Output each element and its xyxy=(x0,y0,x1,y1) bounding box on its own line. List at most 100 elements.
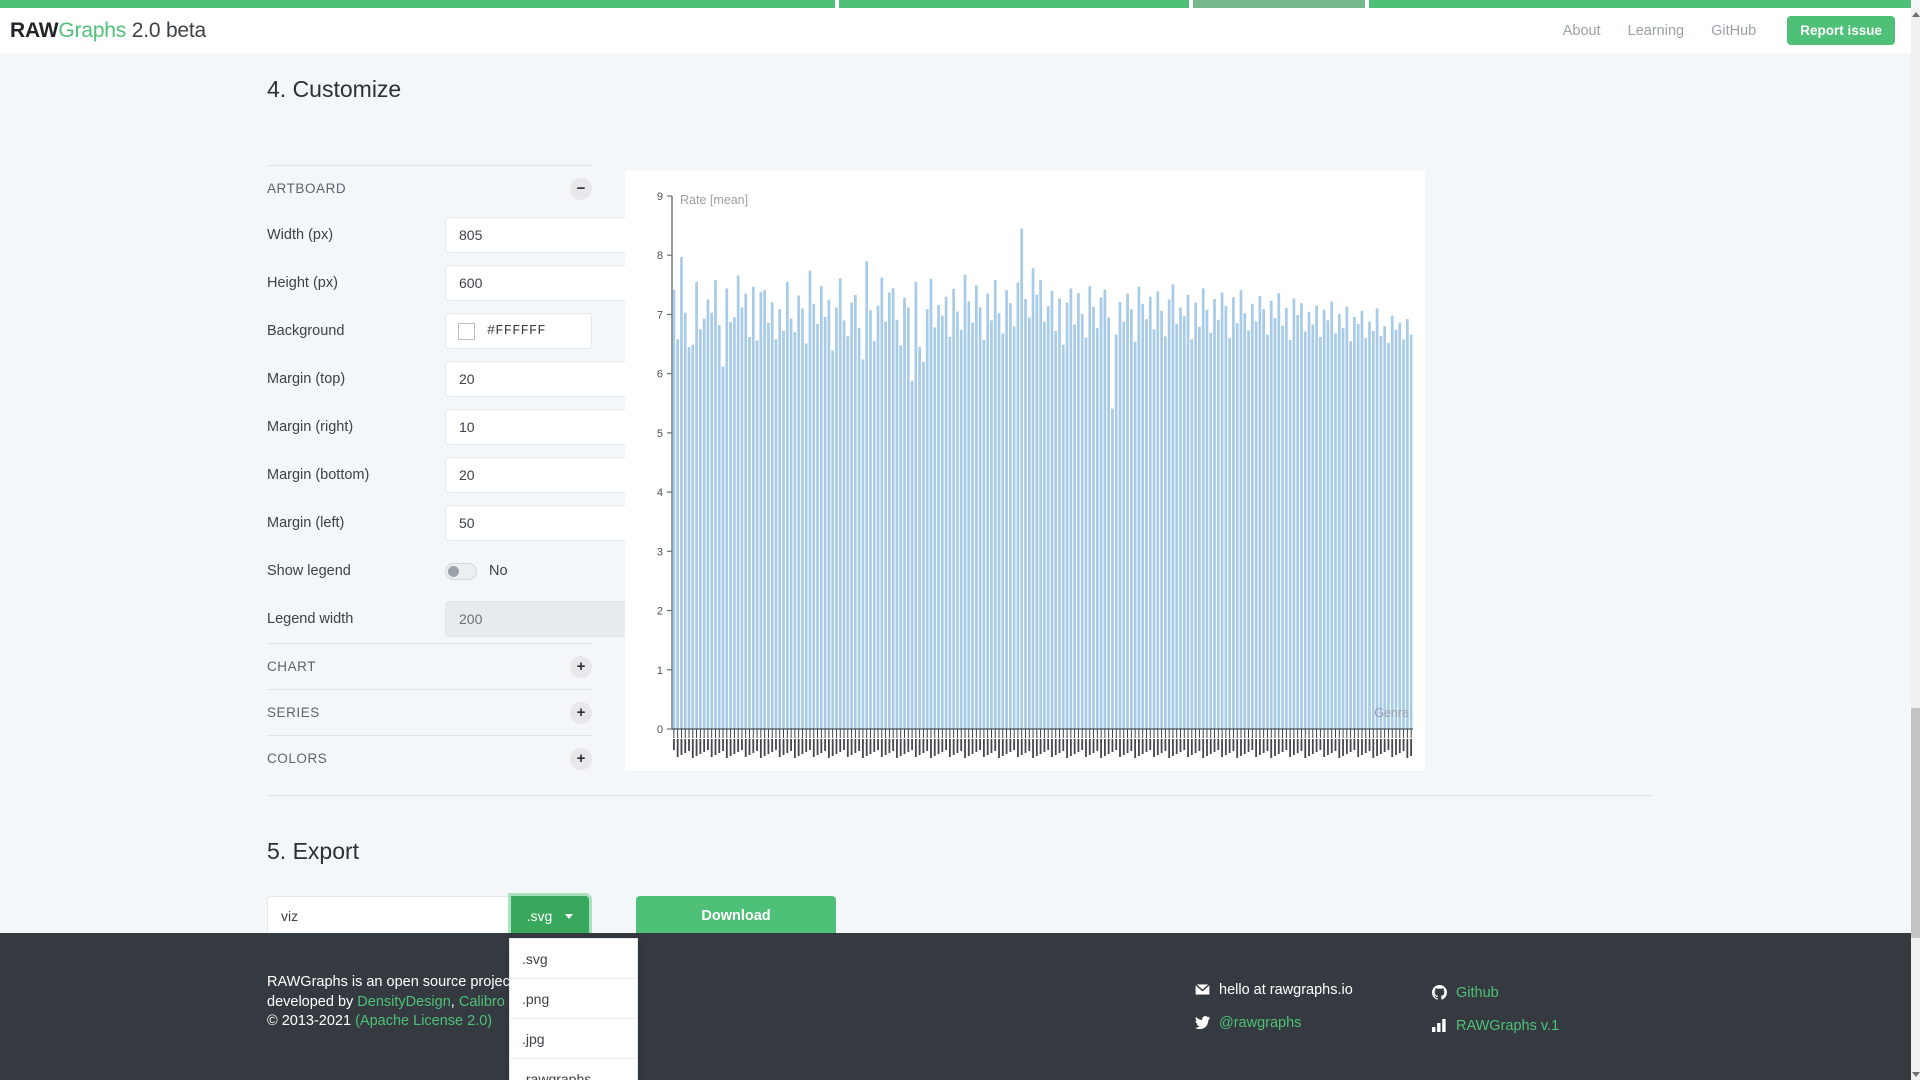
footer-line-2: developed by DensityDesign, Calibro and … xyxy=(267,993,707,1013)
page-footer: RAWGraphs is an open source project desi… xyxy=(0,933,1911,1080)
footer-twitter-label: @rawgraphs xyxy=(1219,1014,1302,1031)
field-show-legend: Show legend No xyxy=(267,547,592,595)
svg-text:1: 1 xyxy=(657,665,663,677)
margin-right-input[interactable] xyxy=(445,409,654,445)
export-section-title: 5. Export xyxy=(267,838,360,864)
footer-twitter-link[interactable]: @rawgraphs xyxy=(1195,1006,1353,1039)
margin-right-label: Margin (right) xyxy=(267,419,354,435)
margin-top-label: Margin (top) xyxy=(267,371,346,387)
margin-left-input[interactable] xyxy=(445,505,654,541)
footer-version-label: RAWGraphs v.1 xyxy=(1456,1017,1560,1034)
background-color-value: #FFFFFF xyxy=(487,323,546,339)
toggle-knob xyxy=(448,565,459,577)
scrollbar-thumb[interactable] xyxy=(1911,708,1920,938)
format-selected-label: .svg xyxy=(526,908,553,924)
width-label: Width (px) xyxy=(267,227,334,243)
footer-contact-column: hello at rawgraphs.io @rawgraphs xyxy=(1195,973,1353,1039)
format-dropdown-menu: .svg .png .jpg .rawgraphs xyxy=(509,938,638,1080)
expand-colors-icon[interactable]: + xyxy=(570,747,592,770)
legend-width-label: Legend width xyxy=(267,611,354,627)
accordion-artboard[interactable]: ARTBOARD − xyxy=(267,165,592,211)
nav-about[interactable]: About xyxy=(1563,23,1601,39)
format-option-png[interactable]: .png xyxy=(510,979,637,1019)
svg-text:5: 5 xyxy=(657,428,663,440)
step-progress-bar xyxy=(0,0,1911,8)
svg-text:7: 7 xyxy=(657,309,663,321)
background-color-picker[interactable]: #FFFFFF xyxy=(445,313,592,349)
page-scrollbar[interactable] xyxy=(1911,8,1920,1080)
footer-email-link[interactable]: hello at rawgraphs.io xyxy=(1195,973,1353,1006)
logo-graphs: Graphs xyxy=(58,18,127,42)
scroll-down-arrow-icon[interactable] xyxy=(1911,1068,1920,1080)
nav-learning[interactable]: Learning xyxy=(1628,23,1684,39)
accordion-series[interactable]: SERIES + xyxy=(267,689,592,735)
field-height: Height (px) xyxy=(267,259,654,307)
show-legend-toggle[interactable] xyxy=(445,562,477,580)
expand-chart-icon[interactable]: + xyxy=(570,655,592,678)
footer-description: RAWGraphs is an open source project desi… xyxy=(267,973,707,1032)
logo-raw: RAW xyxy=(10,18,59,42)
svg-text:Genre: Genre xyxy=(1374,706,1409,720)
app-logo[interactable]: RAWGraphs 2.0 beta xyxy=(10,19,206,43)
main-nav: About Learning GitHub Report issue xyxy=(1563,16,1895,45)
main-content: 4. Customize ARTBOARD − Width (px) Heigh… xyxy=(0,53,1911,1080)
accordion-colors[interactable]: COLORS + xyxy=(267,735,592,781)
progress-segment-3 xyxy=(1193,0,1365,8)
field-width: Width (px) xyxy=(267,211,654,259)
bar-chart-icon xyxy=(1432,1019,1448,1032)
accordion-chart[interactable]: CHART + xyxy=(267,643,592,689)
svg-text:6: 6 xyxy=(657,369,663,381)
chart-preview[interactable]: 0 1 2 3 4 5 6 7 8 9 Rate [mean] Genre xyxy=(625,171,1425,771)
link-densitydesign[interactable]: DensityDesign xyxy=(357,994,451,1010)
format-option-svg[interactable]: .svg xyxy=(510,939,637,979)
accordion-colors-label: COLORS xyxy=(267,751,328,766)
footer-version-link[interactable]: RAWGraphs v.1 xyxy=(1432,1009,1559,1042)
envelope-icon xyxy=(1195,984,1211,995)
progress-segment-1 xyxy=(0,0,835,8)
customize-controls-panel: ARTBOARD − Width (px) Height (px) Backgr… xyxy=(267,165,654,781)
accordion-chart-label: CHART xyxy=(267,659,317,674)
format-dropdown-button[interactable]: .svg xyxy=(511,896,589,936)
report-issue-button[interactable]: Report issue xyxy=(1787,16,1895,45)
field-margin-top: Margin (top) xyxy=(267,355,654,403)
color-swatch-icon xyxy=(458,322,475,340)
width-input[interactable] xyxy=(445,217,654,253)
svg-text:8: 8 xyxy=(657,250,663,262)
progress-segment-4 xyxy=(1369,0,1911,8)
format-option-rawgraphs[interactable]: .rawgraphs xyxy=(510,1059,637,1080)
github-icon xyxy=(1432,985,1448,1000)
scroll-up-arrow-icon[interactable] xyxy=(1911,8,1920,20)
collapse-artboard-icon[interactable]: − xyxy=(570,177,592,200)
show-legend-value: No xyxy=(489,563,508,579)
expand-series-icon[interactable]: + xyxy=(570,701,592,724)
footer-line-3: © 2013-2021 (Apache License 2.0) xyxy=(267,1012,707,1032)
margin-left-label: Margin (left) xyxy=(267,515,345,531)
footer-github-label: Github xyxy=(1456,984,1499,1001)
nav-github[interactable]: GitHub xyxy=(1711,23,1756,39)
download-button[interactable]: Download xyxy=(636,896,836,936)
height-input[interactable] xyxy=(445,265,654,301)
logo-version: 2.0 beta xyxy=(131,18,207,42)
background-label: Background xyxy=(267,323,345,339)
footer-email-label: hello at rawgraphs.io xyxy=(1219,981,1353,998)
filename-input[interactable] xyxy=(267,896,511,936)
height-label: Height (px) xyxy=(267,275,338,291)
format-option-jpg[interactable]: .jpg xyxy=(510,1019,637,1059)
footer-github-link[interactable]: Github xyxy=(1432,976,1559,1009)
svg-text:9: 9 xyxy=(657,191,663,203)
footer-sep-1: , xyxy=(450,993,459,1010)
show-legend-control: No xyxy=(445,562,592,580)
export-controls: .svg Download xyxy=(267,896,836,936)
link-license[interactable]: (Apache License 2.0) xyxy=(355,1013,492,1029)
footer-links-column: Github RAWGraphs v.1 xyxy=(1432,976,1559,1042)
chevron-down-icon xyxy=(565,913,574,919)
footer-copyright: © 2013-2021 xyxy=(267,1013,356,1029)
field-legend-width: Legend width xyxy=(267,595,654,643)
link-calibro[interactable]: Calibro xyxy=(459,994,505,1010)
margin-bottom-label: Margin (bottom) xyxy=(267,467,370,483)
margin-top-input[interactable] xyxy=(445,361,654,397)
accordion-artboard-label: ARTBOARD xyxy=(267,181,347,196)
field-margin-left: Margin (left) xyxy=(267,499,654,547)
margin-bottom-input[interactable] xyxy=(445,457,654,493)
accordion-series-label: SERIES xyxy=(267,705,320,720)
